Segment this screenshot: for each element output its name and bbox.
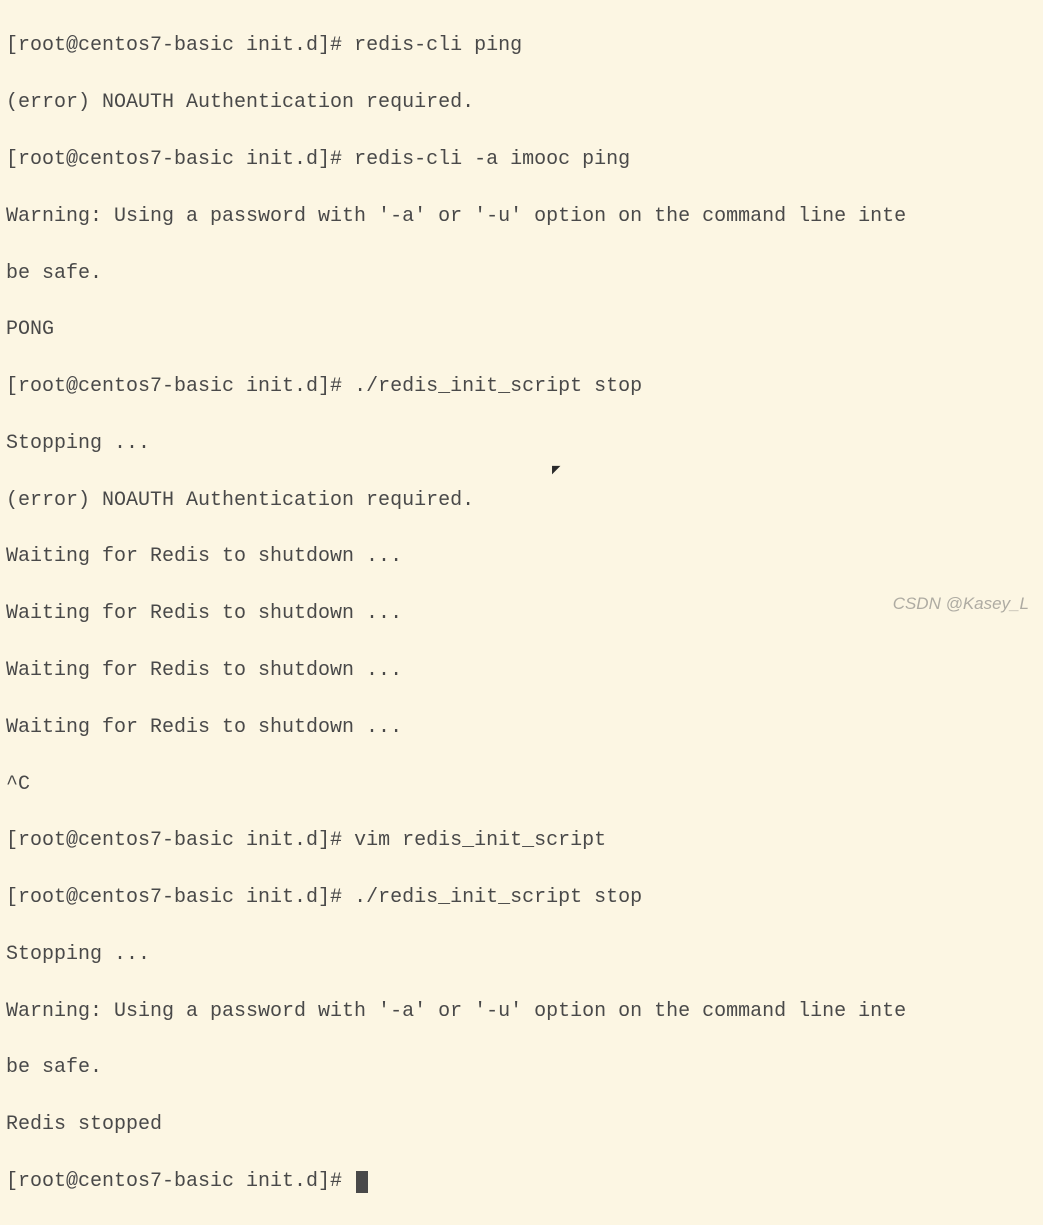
terminal-line: be safe. [6,1054,1037,1082]
command-text: ./redis_init_script stop [354,375,642,398]
terminal-line: Stopping ... [6,430,1037,458]
terminal-line: Warning: Using a password with '-a' or '… [6,203,1037,231]
terminal-line: [root@centos7-basic init.d]# vim redis_i… [6,827,1037,855]
prompt: [root@centos7-basic init.d]# [6,829,354,852]
terminal-line: Redis stopped [6,1111,1037,1139]
command-text: vim redis_init_script [354,829,606,852]
terminal-line: be safe. [6,260,1037,288]
terminal-line: [root@centos7-basic init.d]# ./redis_ini… [6,373,1037,401]
terminal-line: Waiting for Redis to shutdown ... [6,600,1037,628]
terminal-line: [root@centos7-basic init.d]# ./redis_ini… [6,884,1037,912]
command-text: redis-cli ping [354,34,522,57]
terminal-line: Waiting for Redis to shutdown ... [6,714,1037,742]
cursor-block [356,1171,368,1193]
terminal-line: ^C [6,771,1037,799]
terminal-line: Waiting for Redis to shutdown ... [6,657,1037,685]
terminal-line: Warning: Using a password with '-a' or '… [6,998,1037,1026]
terminal-line: Stopping ... [6,941,1037,969]
command-text: redis-cli -a imooc ping [354,148,630,171]
prompt: [root@centos7-basic init.d]# [6,375,354,398]
terminal-line: (error) NOAUTH Authentication required. [6,487,1037,515]
terminal-line: PONG [6,316,1037,344]
prompt: [root@centos7-basic init.d]# [6,1170,354,1193]
prompt: [root@centos7-basic init.d]# [6,148,354,171]
terminal-output[interactable]: [root@centos7-basic init.d]# redis-cli p… [6,4,1037,1225]
prompt: [root@centos7-basic init.d]# [6,886,354,909]
command-text: ./redis_init_script stop [354,886,642,909]
prompt: [root@centos7-basic init.d]# [6,34,354,57]
terminal-line: [root@centos7-basic init.d]# redis-cli p… [6,32,1037,60]
terminal-line: Waiting for Redis to shutdown ... [6,543,1037,571]
terminal-line: [root@centos7-basic init.d]# [6,1168,1037,1196]
terminal-line: (error) NOAUTH Authentication required. [6,89,1037,117]
terminal-line: [root@centos7-basic init.d]# redis-cli -… [6,146,1037,174]
